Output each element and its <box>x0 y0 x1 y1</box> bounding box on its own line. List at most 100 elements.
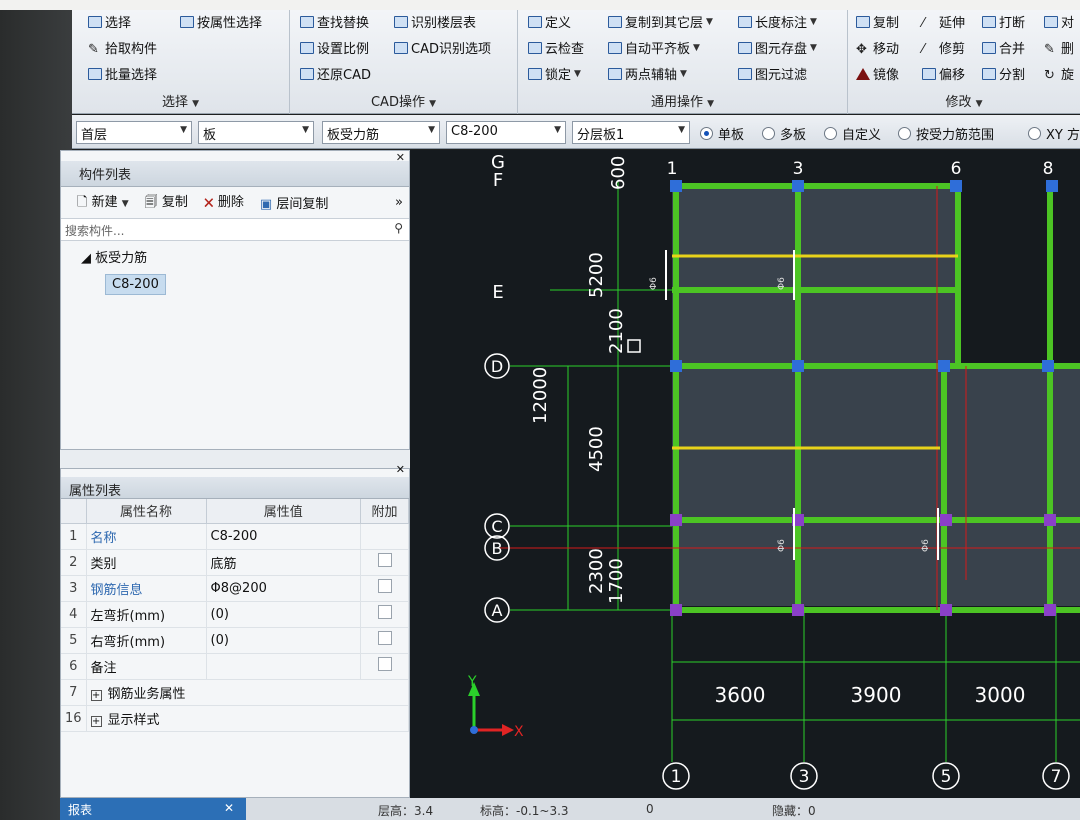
batch-select-button[interactable]: 批量选择 <box>88 64 157 83</box>
copy-element-button[interactable]: 复制 <box>856 12 899 31</box>
auto-align-slab-button[interactable]: 自动平齐板 ▼ <box>608 38 700 57</box>
property-row-name[interactable]: 1 名称 C8-200 <box>61 523 409 550</box>
floor-copy-button[interactable]: ▣ 层间复制 <box>260 193 328 212</box>
expand-plus-icon[interactable]: + <box>90 689 102 701</box>
property-row-left-bend[interactable]: 4 左弯折(mm) (0) <box>61 601 409 628</box>
property-value[interactable]: 底筋 <box>206 549 362 576</box>
dropdown-arrow-icon: ▼ <box>678 125 685 135</box>
property-group[interactable]: + 显示样式 <box>86 705 410 732</box>
tree-root-rebar[interactable]: ◢ 板受力筋 <box>61 241 409 272</box>
align-button[interactable]: 对 <box>1044 12 1074 31</box>
property-value[interactable] <box>206 653 362 680</box>
property-row-rebar-business[interactable]: 7 + 钢筋业务属性 <box>61 679 410 706</box>
move-button[interactable]: ✥ 移动 <box>856 38 899 58</box>
restore-cad-icon <box>300 67 314 80</box>
restore-cad-button[interactable]: 还原CAD <box>300 64 371 83</box>
tree-expand-icon: ◢ <box>81 251 91 266</box>
radio-single-slab[interactable]: 单板 <box>700 124 744 143</box>
expand-plus-icon[interactable]: + <box>90 715 102 727</box>
property-list-title: 属性列表 <box>61 477 409 499</box>
cad-options-button[interactable]: CAD识别选项 <box>394 38 491 57</box>
save-element-button[interactable]: 图元存盘 ▼ <box>738 38 817 57</box>
property-value[interactable]: Φ8@200 <box>206 575 362 602</box>
chevron-down-icon: ▼ <box>706 16 713 27</box>
set-scale-button[interactable]: 设置比例 <box>300 38 369 57</box>
radio-xy-direction[interactable]: XY 方 <box>1028 124 1080 143</box>
component-search-input[interactable]: 搜索构件... ⚲ <box>61 219 409 241</box>
extra-checkbox[interactable] <box>377 605 392 619</box>
close-icon[interactable]: ✕ <box>396 151 405 164</box>
extra-checkbox[interactable] <box>377 657 392 671</box>
property-value[interactable]: (0) <box>206 627 362 654</box>
radio-multi-slab[interactable]: 多板 <box>762 124 806 143</box>
rebar-mark: Φ6 <box>777 539 787 552</box>
rotate-button[interactable]: ↻ 旋 <box>1044 64 1074 84</box>
close-icon[interactable]: ✕ <box>396 463 405 476</box>
copy-icon: 🗐 <box>144 194 158 210</box>
radio-custom[interactable]: 自定义 <box>824 124 881 143</box>
property-value[interactable]: (0) <box>206 601 362 628</box>
close-icon[interactable]: ✕ <box>224 801 234 815</box>
property-row-rebar-info[interactable]: 3 钢筋信息 Φ8@200 <box>61 575 409 602</box>
more-icon[interactable]: » <box>395 195 403 210</box>
cloud-check-button[interactable]: 云检查 <box>528 38 584 57</box>
property-row-display-style[interactable]: 16 + 显示样式 <box>61 705 410 732</box>
drawing-canvas[interactable]: Φ6 Φ6 Φ6 Φ6 G F E D C B A 1 3 6 8 1 3 5 … <box>410 150 1080 798</box>
cad-group-label[interactable]: CAD操作 ▼ <box>290 91 517 110</box>
tree-item-c8-200[interactable]: C8-200 <box>105 274 166 295</box>
selector-bar: 首层 ▼ 板 ▼ 板受力筋 ▼ C8-200 ▼ 分层板1 ▼ 单板 多板 自定义 按受力… <box>72 115 1080 149</box>
split-button[interactable]: 分割 <box>982 64 1025 83</box>
layer-select[interactable]: 分层板1 ▼ <box>572 121 690 144</box>
select-by-attribute-button[interactable]: 按属性选择 <box>180 12 262 31</box>
select-button[interactable]: 选择 <box>88 12 131 31</box>
lock-button[interactable]: 锁定 ▼ <box>528 64 581 83</box>
report-tab[interactable]: 报表 ✕ <box>60 798 246 820</box>
modify-group: 复制 ⁄ 延伸 打断 对 ✥ 移动 ⁄ 修剪 合并 ✎ 删 镜像 偏移 分割 ↻ 旋 修改… <box>848 10 1080 114</box>
floor-plan-drawing[interactable]: Φ6 Φ6 Φ6 Φ6 G F E D C B A 1 3 6 8 1 3 5 … <box>410 150 1080 798</box>
identify-floor-table-button[interactable]: 识别楼层表 <box>394 12 476 31</box>
extra-checkbox[interactable] <box>377 579 392 593</box>
pick-component-button[interactable]: ✎ 拾取构件 <box>88 38 157 58</box>
break-button[interactable]: 打断 <box>982 12 1025 31</box>
delete-component-button[interactable]: 🗙 删除 <box>204 191 244 215</box>
define-button[interactable]: 定义 <box>528 12 571 31</box>
property-group[interactable]: + 钢筋业务属性 <box>86 679 410 706</box>
dim-1700: 1700 <box>606 558 627 604</box>
modify-group-label[interactable]: 修改 ▼ <box>848 91 1080 110</box>
delete-element-button[interactable]: ✎ 删 <box>1044 38 1074 58</box>
general-group: 定义 复制到其它层 ▼ 长度标注 ▼ 云检查 自动平齐板 ▼ 图元存盘 ▼ 锁定 ▼ 两点… <box>518 10 848 114</box>
new-doc-icon: 🗋 <box>77 194 88 210</box>
element-subtype-select[interactable]: 板受力筋 ▼ <box>322 121 440 144</box>
property-value[interactable]: C8-200 <box>206 523 362 550</box>
trim-button[interactable]: ⁄ 修剪 <box>922 38 965 58</box>
two-point-axis-button[interactable]: 两点辅轴 ▼ <box>608 64 687 83</box>
dim-3000: 3000 <box>975 683 1026 707</box>
copy-to-other-floor-button[interactable]: 复制到其它层 ▼ <box>608 12 713 31</box>
find-replace-button[interactable]: 查找替换 <box>300 12 369 31</box>
property-row-remark[interactable]: 6 备注 <box>61 653 409 680</box>
copy-component-button[interactable]: 🗐 复制 <box>145 191 188 215</box>
offset-button[interactable]: 偏移 <box>922 64 965 83</box>
extra-checkbox[interactable] <box>377 553 392 567</box>
dimension-icon <box>738 15 752 28</box>
element-type-select[interactable]: 板 ▼ <box>198 121 314 144</box>
lock-icon <box>528 67 542 80</box>
chevron-down-icon: ▼ <box>574 68 581 79</box>
left-panel: 构件列表 ✕ 🗋 新建 ▼ 🗐 复制 🗙 删除 ▣ 层间复制 » 搜索构件... ⚲… <box>60 150 410 798</box>
floor-select[interactable]: 首层 ▼ <box>76 121 192 144</box>
component-spec-select[interactable]: C8-200 ▼ <box>446 121 566 144</box>
axis-icon <box>608 67 622 80</box>
general-group-label[interactable]: 通用操作 ▼ <box>518 91 847 110</box>
property-row-right-bend[interactable]: 5 右弯折(mm) (0) <box>61 627 409 654</box>
length-dimension-button[interactable]: 长度标注 ▼ <box>738 12 817 31</box>
extend-button[interactable]: ⁄ 延伸 <box>922 12 965 32</box>
mirror-button[interactable]: 镜像 <box>856 64 899 83</box>
search-icon[interactable]: ⚲ <box>394 221 403 235</box>
property-row-category[interactable]: 2 类别 底筋 <box>61 549 409 576</box>
radio-by-rebar-range[interactable]: 按受力筋范围 <box>898 124 994 143</box>
new-component-button[interactable]: 🗋 新建 ▼ <box>77 191 129 215</box>
select-group-label[interactable]: 选择 ▼ <box>72 91 289 110</box>
merge-button[interactable]: 合并 <box>982 38 1025 57</box>
extra-checkbox[interactable] <box>377 631 392 645</box>
element-filter-button[interactable]: 图元过滤 <box>738 64 807 83</box>
